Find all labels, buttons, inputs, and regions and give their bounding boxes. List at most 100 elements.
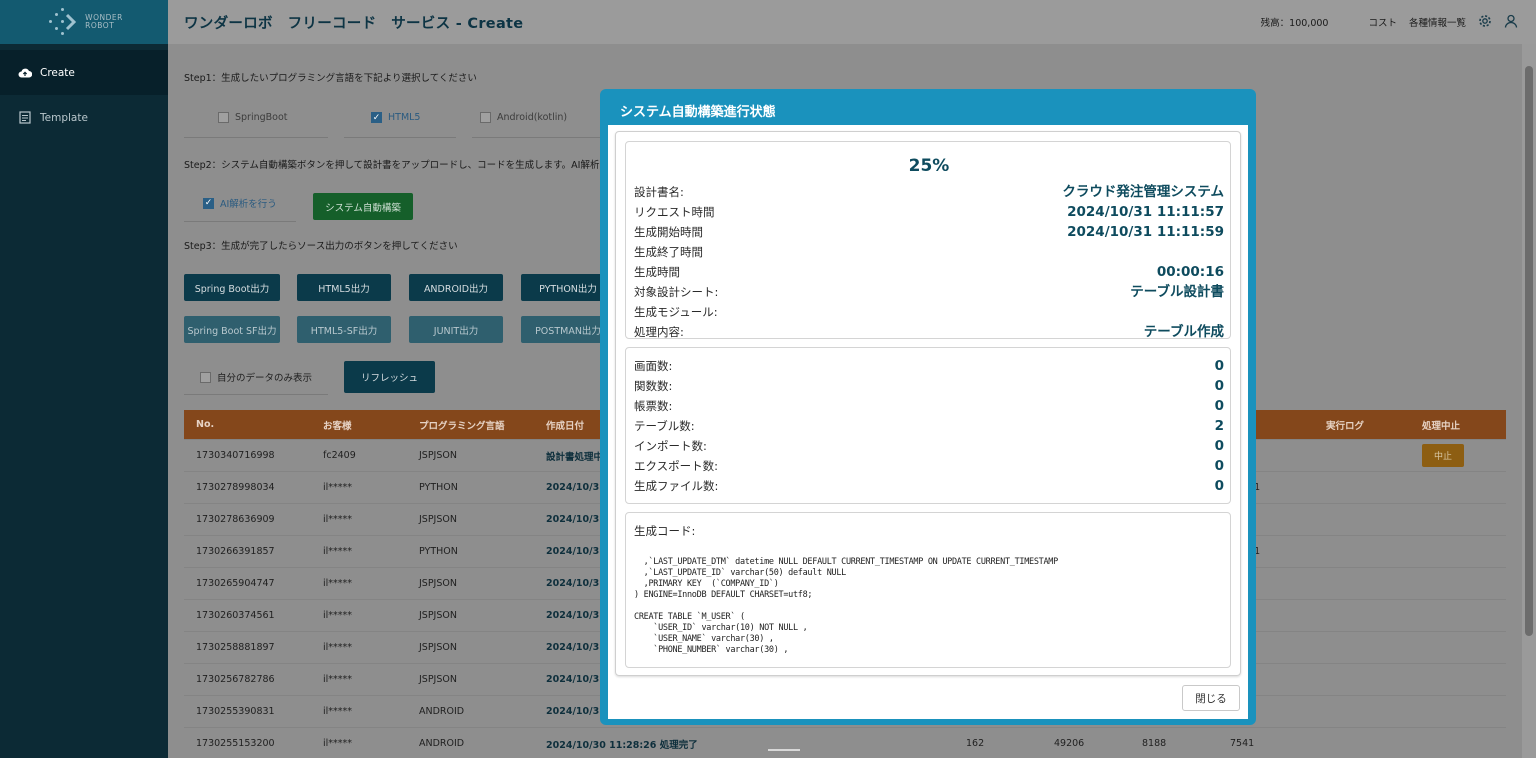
balance-text: 残高：100,000 xyxy=(1260,18,1329,29)
count-key: 関数数: xyxy=(634,379,673,393)
summary-key: 生成開始時間 xyxy=(634,225,703,239)
count-key: 生成ファイル数: xyxy=(634,479,719,493)
option-label: HTML5 xyxy=(388,112,421,123)
generated-code: ,`LAST_UPDATE_DTM` datetime NULL DEFAULT… xyxy=(634,557,1058,655)
build-progress-modal: システム自動構築進行状態 25% 設計書名: クラウド発注管理システム リクエスト時… xyxy=(600,89,1256,725)
count-value: 2 xyxy=(1214,418,1224,434)
cell-lang: JSPJSON xyxy=(419,450,457,461)
cell-lang: JSPJSON xyxy=(419,610,457,621)
option-html5[interactable]: ✓ HTML5 xyxy=(371,112,420,123)
close-button[interactable]: 閉じる xyxy=(1182,685,1240,711)
app-logo[interactable]: WONDER ROBOT xyxy=(0,0,168,44)
springboot-output-button[interactable]: Spring Boot出力 xyxy=(184,274,280,301)
col-header-customer[interactable]: お客様 xyxy=(311,418,407,432)
count-value: 0 xyxy=(1214,398,1224,414)
ai-analysis-checkbox[interactable]: ✓ AI解析を行う xyxy=(203,196,277,210)
page-title: ワンダーロボ フリーコード サービス - Create xyxy=(184,15,524,32)
progress-percent: 25% xyxy=(908,156,950,176)
cell-lang: ANDROID xyxy=(419,706,465,717)
table-row[interactable]: 1730255153200 il***** ANDROID 2024/10/30 11… xyxy=(184,728,1506,758)
sidebar-item-create[interactable]: Create xyxy=(0,50,168,95)
html5-output-button[interactable]: HTML5出力 xyxy=(297,274,391,301)
cell-no: 1730255153200 xyxy=(196,738,275,749)
springboot-sf-output-button[interactable]: Spring Boot SF出力 xyxy=(184,316,280,343)
gear-icon[interactable] xyxy=(1478,14,1492,31)
col-header-log[interactable]: 実行ログ xyxy=(1314,418,1410,432)
cell-no: 1730260374561 xyxy=(196,610,275,621)
refresh-button[interactable]: リフレッシュ xyxy=(344,361,435,393)
cell-lang: JSPJSON xyxy=(419,514,457,525)
cell-lang: JSPJSON xyxy=(419,642,457,653)
summary-value: クラウド発注管理システム xyxy=(1062,184,1224,200)
sidebar-item-template[interactable]: Template xyxy=(0,95,168,140)
cell-a: 162 xyxy=(966,738,985,749)
cell-date: 2024/10/30 11:28:26 処理完了 xyxy=(546,739,698,751)
col-header-stop[interactable]: 処理中止 xyxy=(1410,418,1506,432)
summary-card: 25% 設計書名: クラウド発注管理システム リクエスト時間 2024/10/31 1… xyxy=(625,141,1231,340)
cell-customer: il***** xyxy=(323,482,353,493)
system-build-button[interactable]: システム自動構築 xyxy=(313,193,413,220)
summary-row: 生成時間 00:00:16 xyxy=(634,260,1224,280)
checkbox-icon xyxy=(200,371,211,383)
page-scrollbar[interactable] xyxy=(1522,44,1536,758)
cell-no: 1730265904747 xyxy=(196,578,275,589)
summary-key: 生成モジュール: xyxy=(634,305,718,319)
summary-value: 00:00:16 xyxy=(1156,264,1224,280)
option-label: Android(kotlin) xyxy=(497,112,568,123)
checkbox-icon xyxy=(480,112,491,123)
count-value: 0 xyxy=(1214,478,1224,494)
html5-sf-output-button[interactable]: HTML5-SF出力 xyxy=(297,316,391,343)
cell-customer: fc2409 xyxy=(323,450,356,461)
cell-lang: PYTHON xyxy=(419,546,458,557)
cell-no: 1730340716998 xyxy=(196,450,275,461)
cell-no: 1730255390831 xyxy=(196,706,275,717)
android-output-button[interactable]: ANDROID出力 xyxy=(409,274,503,301)
counts-card: 画面数: 0 関数数: 0 帳票数: 0 テーブル数: 2 インポート数: 0 エクスポート数: 0 生… xyxy=(625,347,1231,504)
count-row: 関数数: 0 xyxy=(634,374,1224,394)
logo-text-line2: ROBOT xyxy=(85,21,115,30)
option-android[interactable]: Android(kotlin) xyxy=(480,112,567,123)
count-row: エクスポート数: 0 xyxy=(634,454,1224,474)
summary-value: 2024/10/31 11:11:57 xyxy=(1067,204,1224,220)
cell-lang: JSPJSON xyxy=(419,674,457,685)
cell-c: 8188 xyxy=(1142,738,1167,749)
summary-row: 生成開始時間 2024/10/31 11:11:59 xyxy=(634,220,1224,240)
cost-link[interactable]: コスト xyxy=(1368,15,1397,29)
code-label: 生成コード: xyxy=(634,524,696,538)
summary-key: 生成時間 xyxy=(634,265,680,279)
cell-customer: il***** xyxy=(323,610,353,621)
count-row: 生成ファイル数: 0 xyxy=(634,474,1224,494)
top-header: ワンダーロボ フリーコード サービス - Create 残高：100,000 コ… xyxy=(168,0,1536,44)
modal-title: システム自動構築進行状態 xyxy=(620,105,776,120)
cell-lang: PYTHON xyxy=(419,482,458,493)
user-icon[interactable] xyxy=(1504,14,1518,31)
count-row: 帳票数: 0 xyxy=(634,394,1224,414)
summary-key: 設計書名: xyxy=(634,185,684,199)
own-data-only-checkbox[interactable]: 自分のデータのみ表示 xyxy=(200,370,312,384)
count-value: 0 xyxy=(1214,438,1224,454)
junit-output-button[interactable]: JUNIT出力 xyxy=(409,316,503,343)
cell-no: 1730278998034 xyxy=(196,482,275,493)
sidebar: WONDER ROBOT Create Template xyxy=(0,0,168,758)
summary-row: 対象設計シート: テーブル設計書 xyxy=(634,280,1224,300)
summary-value: テーブル作成 xyxy=(1143,324,1224,340)
cell-lang: ANDROID xyxy=(419,738,465,749)
step1-text: Step1：生成したいプログラミング言語を下記より選択してください xyxy=(184,73,477,84)
cloud-upload-icon xyxy=(18,66,32,80)
summary-key: 処理内容: xyxy=(634,325,684,339)
ai-analysis-label: AI解析を行う xyxy=(220,199,277,210)
cell-b: 49206 xyxy=(1054,738,1085,749)
info-list-link[interactable]: 各種情報一覧 xyxy=(1409,15,1466,29)
cell-customer: il***** xyxy=(323,514,353,525)
summary-row: 生成終了時間 xyxy=(634,240,1224,260)
sidebar-item-label: Template xyxy=(40,111,88,124)
stop-button[interactable]: 中止 xyxy=(1422,444,1465,467)
summary-row: 処理内容: テーブル作成 xyxy=(634,320,1224,340)
col-header-language[interactable]: プログラミング言語 xyxy=(407,418,534,432)
cell-no: 1730256782786 xyxy=(196,674,275,685)
col-header-no[interactable]: No. xyxy=(184,419,311,430)
option-springboot[interactable]: SpringBoot xyxy=(218,112,288,123)
own-data-only-label: 自分のデータのみ表示 xyxy=(217,373,313,384)
summary-row: 生成モジュール: xyxy=(634,300,1224,320)
summary-key: 生成終了時間 xyxy=(634,245,703,259)
